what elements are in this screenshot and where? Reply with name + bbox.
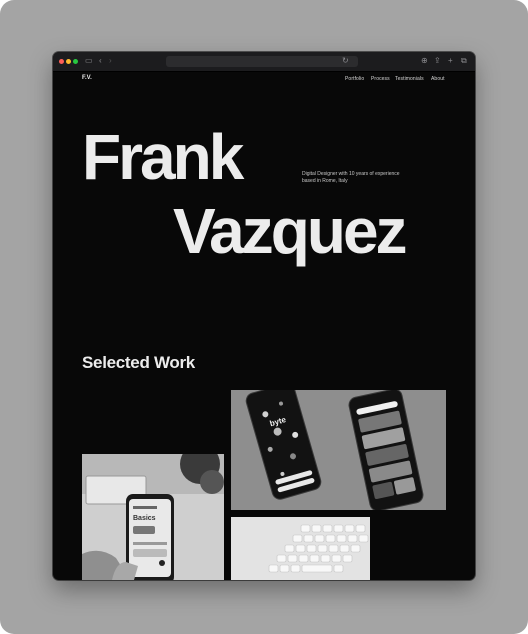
browser-window: ▭ ‹ › ◐ ↻ ⊕ ⇪ + ⧉ F.V. Portfolio Process…: [53, 52, 475, 580]
hero-last-name: Vazquez: [173, 195, 408, 267]
share-icon[interactable]: ⇪: [434, 56, 441, 66]
project-thumbnail-mobile-banking[interactable]: Basics: [82, 454, 224, 580]
hero-intro-text: Digital Designer with 10 years of experi…: [302, 171, 400, 184]
zoom-window-button[interactable]: [73, 59, 78, 64]
screenshot-frame: ▭ ‹ › ◐ ↻ ⊕ ⇪ + ⧉ F.V. Portfolio Process…: [0, 0, 528, 634]
project-thumbnail-mobile-app[interactable]: byte: [231, 390, 446, 510]
nav-link-process[interactable]: Process: [371, 76, 390, 82]
close-window-button[interactable]: [59, 59, 64, 64]
hero-first-name: Frank: [82, 121, 244, 193]
address-bar[interactable]: [166, 56, 358, 67]
phones-mockup-image: byte: [231, 390, 446, 510]
keyboard-image: [231, 517, 370, 580]
selected-work-heading: Selected Work: [82, 353, 195, 372]
back-arrow-icon[interactable]: ‹: [99, 56, 102, 66]
tab-overview-icon[interactable]: ⧉: [461, 56, 467, 66]
site-logo[interactable]: F.V.: [82, 75, 92, 81]
sidebar-icon[interactable]: ▭: [85, 56, 93, 66]
new-tab-icon[interactable]: +: [448, 56, 453, 66]
hand-phone-image: Basics: [82, 454, 224, 580]
forward-arrow-icon[interactable]: ›: [109, 56, 112, 66]
reload-icon[interactable]: ↻: [342, 56, 349, 66]
nav-link-about[interactable]: About: [431, 76, 445, 82]
project-thumbnail-keyboard[interactable]: [231, 517, 370, 580]
browser-toolbar: ▭ ‹ › ◐ ↻ ⊕ ⇪ + ⧉: [53, 52, 475, 72]
nav-link-testimonials[interactable]: Testimonials: [395, 76, 424, 82]
phone-screen-title: Basics: [133, 515, 156, 522]
nav-link-portfolio[interactable]: Portfolio: [345, 76, 364, 82]
minimize-window-button[interactable]: [66, 59, 71, 64]
download-icon[interactable]: ⊕: [421, 56, 428, 66]
